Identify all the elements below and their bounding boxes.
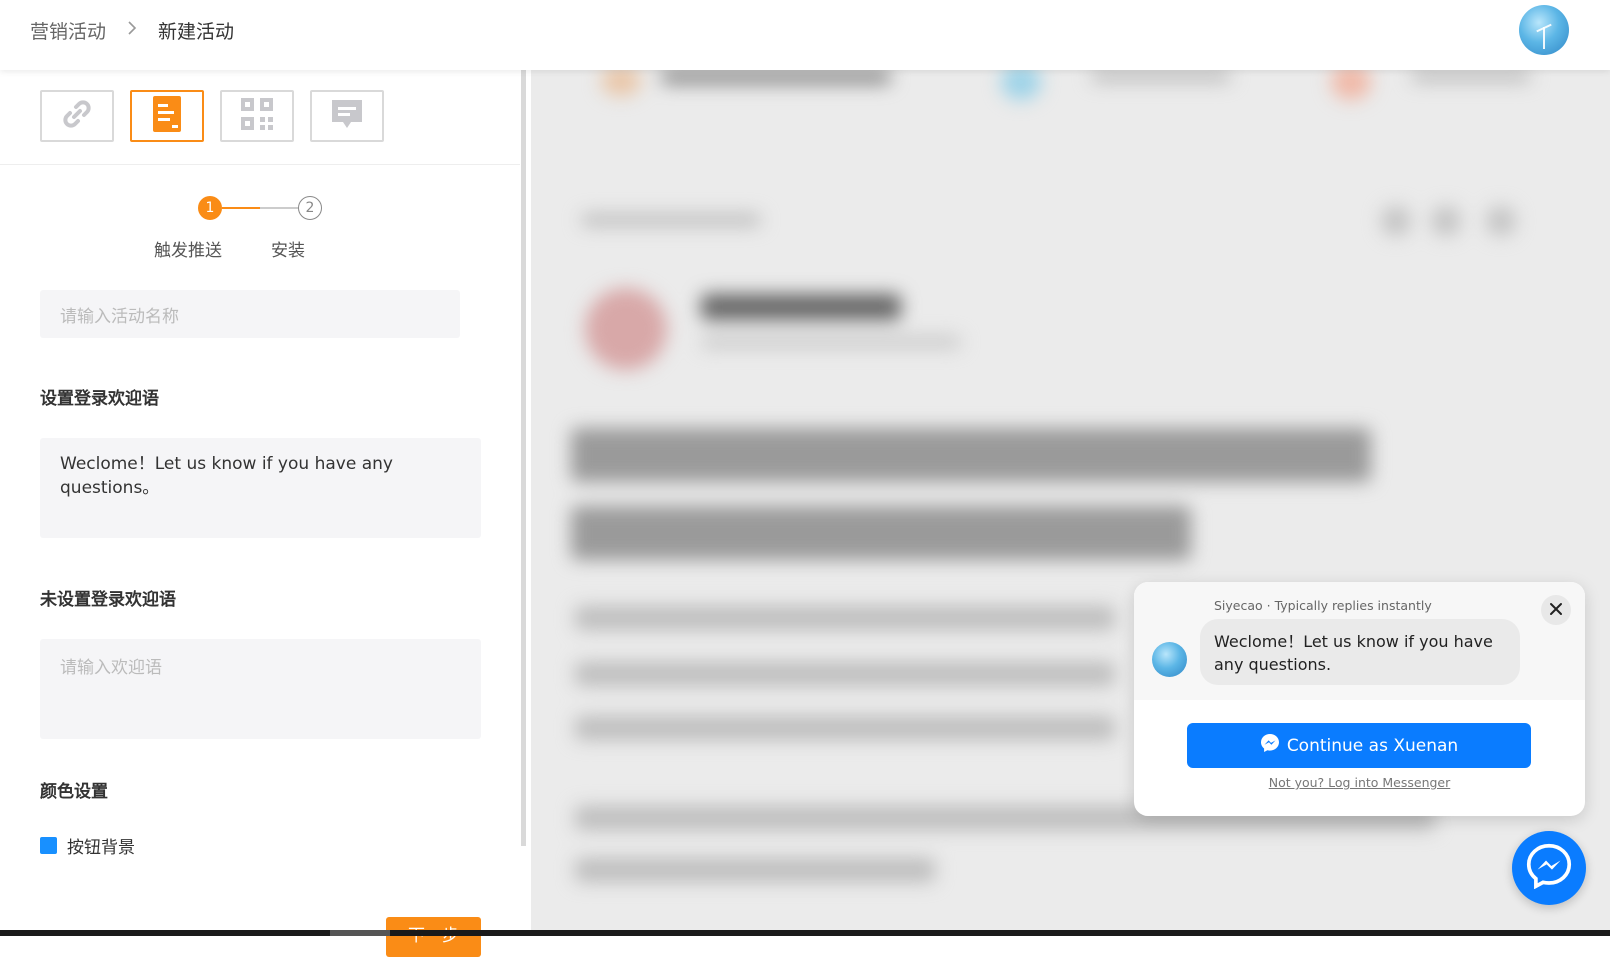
continue-as-button[interactable]: Continue as Xuenan <box>1187 723 1531 768</box>
template-type-tabs <box>0 70 520 165</box>
messenger-greeting-area: Siyecao · Typically replies instantly We… <box>1134 582 1585 700</box>
message-icon <box>330 97 364 135</box>
unlogged-welcome-label: 未设置登录欢迎语 <box>40 590 176 610</box>
user-avatar[interactable] <box>1519 5 1569 55</box>
button-background-label: 按钮背景 <box>67 838 135 858</box>
step-2-indicator: 2 <box>298 196 322 220</box>
welcome-message-label: 设置登录欢迎语 <box>40 389 159 409</box>
breadcrumb-separator-icon <box>126 20 138 41</box>
config-panel: 1 2 触发推送 安装 请输入活动名称 设置登录欢迎语 Weclome！Let … <box>0 70 520 957</box>
close-button[interactable] <box>1541 595 1571 625</box>
breadcrumb-marketing[interactable]: 营销活动 <box>30 17 106 44</box>
qrcode-icon <box>240 97 274 135</box>
button-background-swatch[interactable] <box>40 837 57 854</box>
messenger-icon <box>1260 733 1287 758</box>
close-icon <box>1549 601 1563 620</box>
messenger-chat-popup: Siyecao · Typically replies instantly We… <box>1134 582 1585 816</box>
step-1-indicator: 1 <box>198 196 222 220</box>
unlogged-welcome-placeholder: 请输入欢迎语 <box>60 658 162 678</box>
step-1-label: 触发推送 <box>154 241 222 261</box>
bottom-bar <box>0 930 1610 936</box>
messenger-icon <box>1526 843 1572 893</box>
messenger-chat-button[interactable] <box>1512 831 1586 905</box>
button-background-color-setting: 按钮背景 <box>40 833 135 858</box>
greeting-bubble: Weclome！Let us know if you have any ques… <box>1200 619 1520 685</box>
breadcrumb-new-activity: 新建活动 <box>158 21 235 43</box>
messenger-page-meta: Siyecao · Typically replies instantly <box>1214 598 1432 613</box>
tab-qrcode[interactable] <box>220 90 294 142</box>
tab-booklet[interactable] <box>130 90 204 142</box>
breadcrumb: 营销活动 新建活动 <box>30 17 234 44</box>
step-connector <box>222 207 298 209</box>
page-avatar <box>1152 642 1187 677</box>
step-2-label: 安装 <box>271 241 305 261</box>
tab-link[interactable] <box>40 90 114 142</box>
top-header: 营销活动 新建活动 <box>0 0 1610 70</box>
activity-name-input[interactable]: 请输入活动名称 <box>40 290 460 338</box>
tab-message[interactable] <box>310 90 384 142</box>
unlogged-welcome-textarea[interactable]: 请输入欢迎语 <box>40 639 481 739</box>
activity-name-placeholder: 请输入活动名称 <box>60 307 179 327</box>
steps: 1 2 触发推送 安装 <box>150 196 322 266</box>
link-icon <box>61 98 93 134</box>
booklet-icon <box>152 95 182 137</box>
welcome-message-textarea[interactable]: Weclome！Let us know if you have any ques… <box>40 438 481 538</box>
continue-as-label: Continue as Xuenan <box>1286 735 1459 756</box>
color-settings-label: 颜色设置 <box>40 782 108 802</box>
left-panel-scrollbar[interactable] <box>521 70 526 846</box>
next-button[interactable]: 下一步 <box>386 917 481 957</box>
login-messenger-link[interactable]: Not you? Log into Messenger <box>1134 775 1585 790</box>
